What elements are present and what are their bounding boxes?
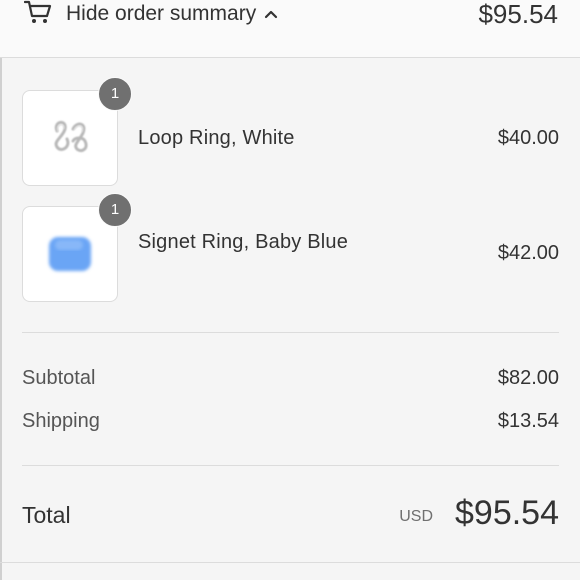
divider (22, 332, 559, 333)
subtotal-value: $82.00 (497, 367, 559, 389)
total-amount: $95.54 (455, 494, 559, 532)
subtotal-label: Subtotal (22, 367, 96, 389)
subtotal-row: Subtotal $82.00 (22, 367, 559, 395)
quantity-badge: 1 (98, 193, 132, 227)
line-items: 1 Loop Ring, White $40.00 1 Signet Ring,… (22, 77, 559, 322)
currency-code: USD (399, 508, 433, 525)
shipping-value: $13.54 (497, 410, 559, 432)
total-row: Total USD $95.54 (22, 494, 559, 538)
item-price: $40.00 (497, 127, 559, 149)
shipping-row: Shipping $13.54 (22, 410, 559, 438)
shipping-label: Shipping (22, 410, 100, 432)
toggle-label: Hide order summary (66, 2, 257, 25)
divider (0, 562, 580, 563)
line-item: 1 Loop Ring, White $40.00 (22, 77, 559, 206)
cart-icon (24, 0, 52, 23)
left-border (0, 0, 2, 580)
product-thumbnail: 1 (22, 77, 132, 186)
item-price: $42.00 (497, 242, 559, 264)
item-name: Signet Ring, Baby Blue (138, 231, 349, 253)
product-thumbnail: 1 (22, 193, 132, 302)
item-name: Loop Ring, White (138, 127, 295, 149)
chevron-up-icon (265, 10, 278, 19)
line-item: 1 Signet Ring, Baby Blue $42.00 (22, 193, 559, 322)
total-label: Total (22, 502, 71, 528)
hide-order-summary-toggle[interactable]: Hide order summary (66, 1, 278, 27)
quantity-badge: 1 (98, 77, 132, 111)
order-summary-header: Hide order summary $95.54 (0, 0, 580, 58)
divider (22, 465, 559, 466)
header-total: $95.54 (478, 0, 558, 29)
